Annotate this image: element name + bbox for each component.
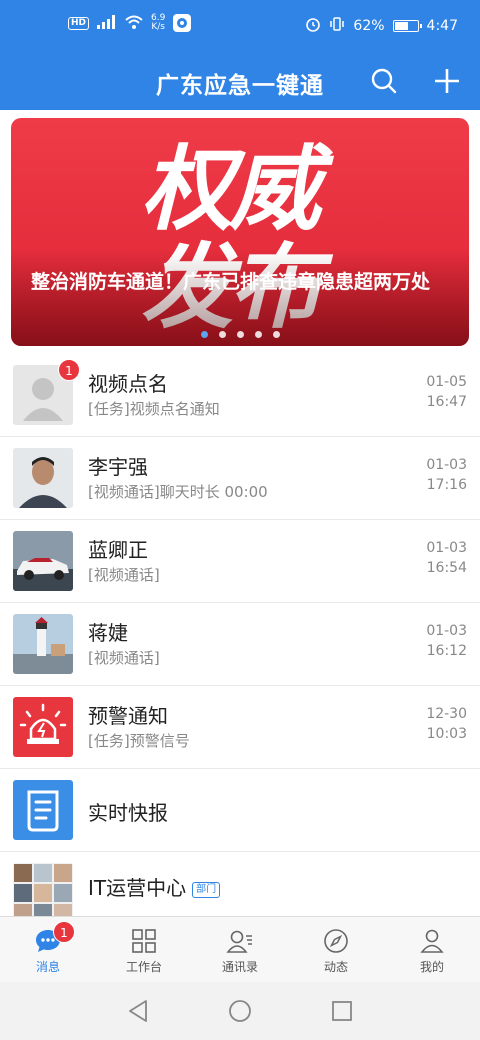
car-photo-icon (13, 531, 73, 591)
tab-workbench[interactable]: 工作台 (96, 917, 192, 982)
grid-icon (130, 927, 158, 955)
item-time: 10:03 (426, 726, 467, 742)
bottom-tab-bar: 1 消息 工作台 通讯录 动态 我的 (0, 916, 480, 982)
item-name: 预警通知 (88, 704, 168, 728)
news-banner[interactable]: 权威发布 整治消防车通道！广东已排查违章隐患超两万处 (11, 118, 469, 346)
speed-unit: K/s (151, 22, 165, 32)
battery-icon (392, 20, 422, 32)
item-name: IT运营中心 部门 (88, 872, 221, 901)
item-name: 蓝卿正 (88, 538, 148, 562)
item-date: 01-03 (426, 540, 467, 556)
item-time: 16:47 (426, 394, 467, 410)
tab-messages[interactable]: 1 消息 (0, 917, 96, 982)
person-icon (418, 927, 446, 955)
item-time: 16:54 (426, 560, 467, 576)
add-button[interactable] (428, 62, 466, 100)
battery-fill (394, 22, 408, 30)
home-circle-icon (229, 1000, 251, 1022)
carousel-dot[interactable] (272, 331, 280, 338)
system-navigation-bar (0, 982, 480, 1040)
list-item[interactable]: 1 视频点名 [任务]视频点名通知 01-05 16:47 (0, 354, 480, 437)
back-button[interactable] (124, 997, 152, 1025)
item-time: 17:16 (426, 477, 467, 493)
item-date: 01-03 (426, 623, 467, 639)
item-subtitle: [任务]视频点名通知 (88, 400, 220, 418)
page-title: 广东应急一键通 (156, 73, 324, 99)
department-tag: 部门 (192, 882, 221, 898)
status-right: 62% 4:47 (305, 16, 458, 36)
banner-caption: 整治消防车通道！广东已排查违章隐患超两万处 (31, 271, 431, 293)
conversation-list: 1 视频点名 [任务]视频点名通知 01-05 16:47 李宇强 [视频通话]… (0, 354, 480, 935)
avatar (13, 531, 73, 591)
unread-badge: 1 (58, 359, 80, 381)
battery-percent: 62% (353, 18, 385, 34)
news-icon (27, 790, 59, 832)
item-subtitle: [视频通话]聊天时长 00:00 (88, 483, 268, 501)
banner-section: 权威发布 整治消防车通道！广东已排查违章隐患超两万处 (0, 110, 480, 354)
carousel-dot[interactable] (200, 331, 208, 338)
carousel-dot[interactable] (236, 331, 244, 338)
item-date: 01-05 (426, 374, 467, 390)
plus-icon (435, 69, 459, 93)
vibrate-icon (329, 16, 345, 36)
back-triangle-icon (129, 1000, 147, 1022)
app-header: 广东应急一键通 (0, 52, 480, 110)
tab-profile[interactable]: 我的 (384, 917, 480, 982)
person-photo-icon (13, 448, 73, 508)
recents-button[interactable] (328, 997, 356, 1025)
tab-label: 消息 (35, 960, 60, 974)
list-item[interactable]: 李宇强 [视频通话]聊天时长 00:00 01-03 17:16 (0, 437, 480, 520)
list-item[interactable]: 预警通知 [任务]预警信号 12-30 10:03 (0, 686, 480, 769)
contacts-icon (226, 927, 254, 955)
list-item[interactable]: 蒋婕 [视频通话] 01-03 16:12 (0, 603, 480, 686)
item-subtitle: [视频通话] (88, 649, 160, 667)
item-subtitle: [视频通话] (88, 566, 160, 584)
carousel-dots (11, 331, 469, 338)
compass-icon (322, 927, 350, 955)
item-subtitle: [任务]预警信号 (88, 732, 190, 750)
item-name-text: IT运营中心 (88, 876, 187, 900)
avatar (13, 614, 73, 674)
item-time: 16:12 (426, 643, 467, 659)
lighthouse-photo-icon (13, 614, 73, 674)
alarm-clock-icon (305, 16, 321, 36)
clock: 4:47 (426, 18, 458, 34)
hd-indicator: HD (68, 16, 90, 30)
list-item[interactable]: 蓝卿正 [视频通话] 01-03 16:54 (0, 520, 480, 603)
item-date: 01-03 (426, 457, 467, 473)
item-name: 李宇强 (88, 455, 148, 479)
list-item[interactable]: 实时快报 (0, 769, 480, 852)
tab-label: 动态 (323, 960, 348, 974)
avatar (13, 863, 73, 923)
wifi-icon (125, 15, 143, 32)
app-notification-icon (173, 14, 192, 32)
search-button[interactable] (365, 62, 403, 100)
tab-contacts[interactable]: 通讯录 (192, 917, 288, 982)
item-name: 实时快报 (88, 801, 168, 825)
status-left: HD 6.9 K/s (68, 14, 192, 32)
status-bar: HD 6.9 K/s 62% 4:47 (0, 0, 480, 52)
tab-unread-badge: 1 (53, 921, 75, 943)
avatar (13, 448, 73, 508)
recents-square-icon (332, 1001, 352, 1021)
tab-label: 通讯录 (221, 960, 258, 974)
avatar (13, 780, 73, 840)
network-speed: 6.9 K/s (151, 14, 165, 32)
avatar (13, 697, 73, 757)
item-name: 蒋婕 (88, 621, 128, 645)
tab-moments[interactable]: 动态 (288, 917, 384, 982)
tab-label: 工作台 (125, 960, 162, 974)
alarm-icon (19, 703, 67, 744)
home-button[interactable] (226, 997, 254, 1025)
item-date: 12-30 (426, 706, 467, 722)
signal-icon (97, 14, 117, 32)
tab-label: 我的 (419, 960, 444, 974)
item-name: 视频点名 (88, 372, 168, 396)
group-photo-grid-icon (13, 863, 73, 923)
carousel-dot[interactable] (218, 331, 226, 338)
search-icon (371, 68, 397, 94)
carousel-dot[interactable] (254, 331, 262, 338)
